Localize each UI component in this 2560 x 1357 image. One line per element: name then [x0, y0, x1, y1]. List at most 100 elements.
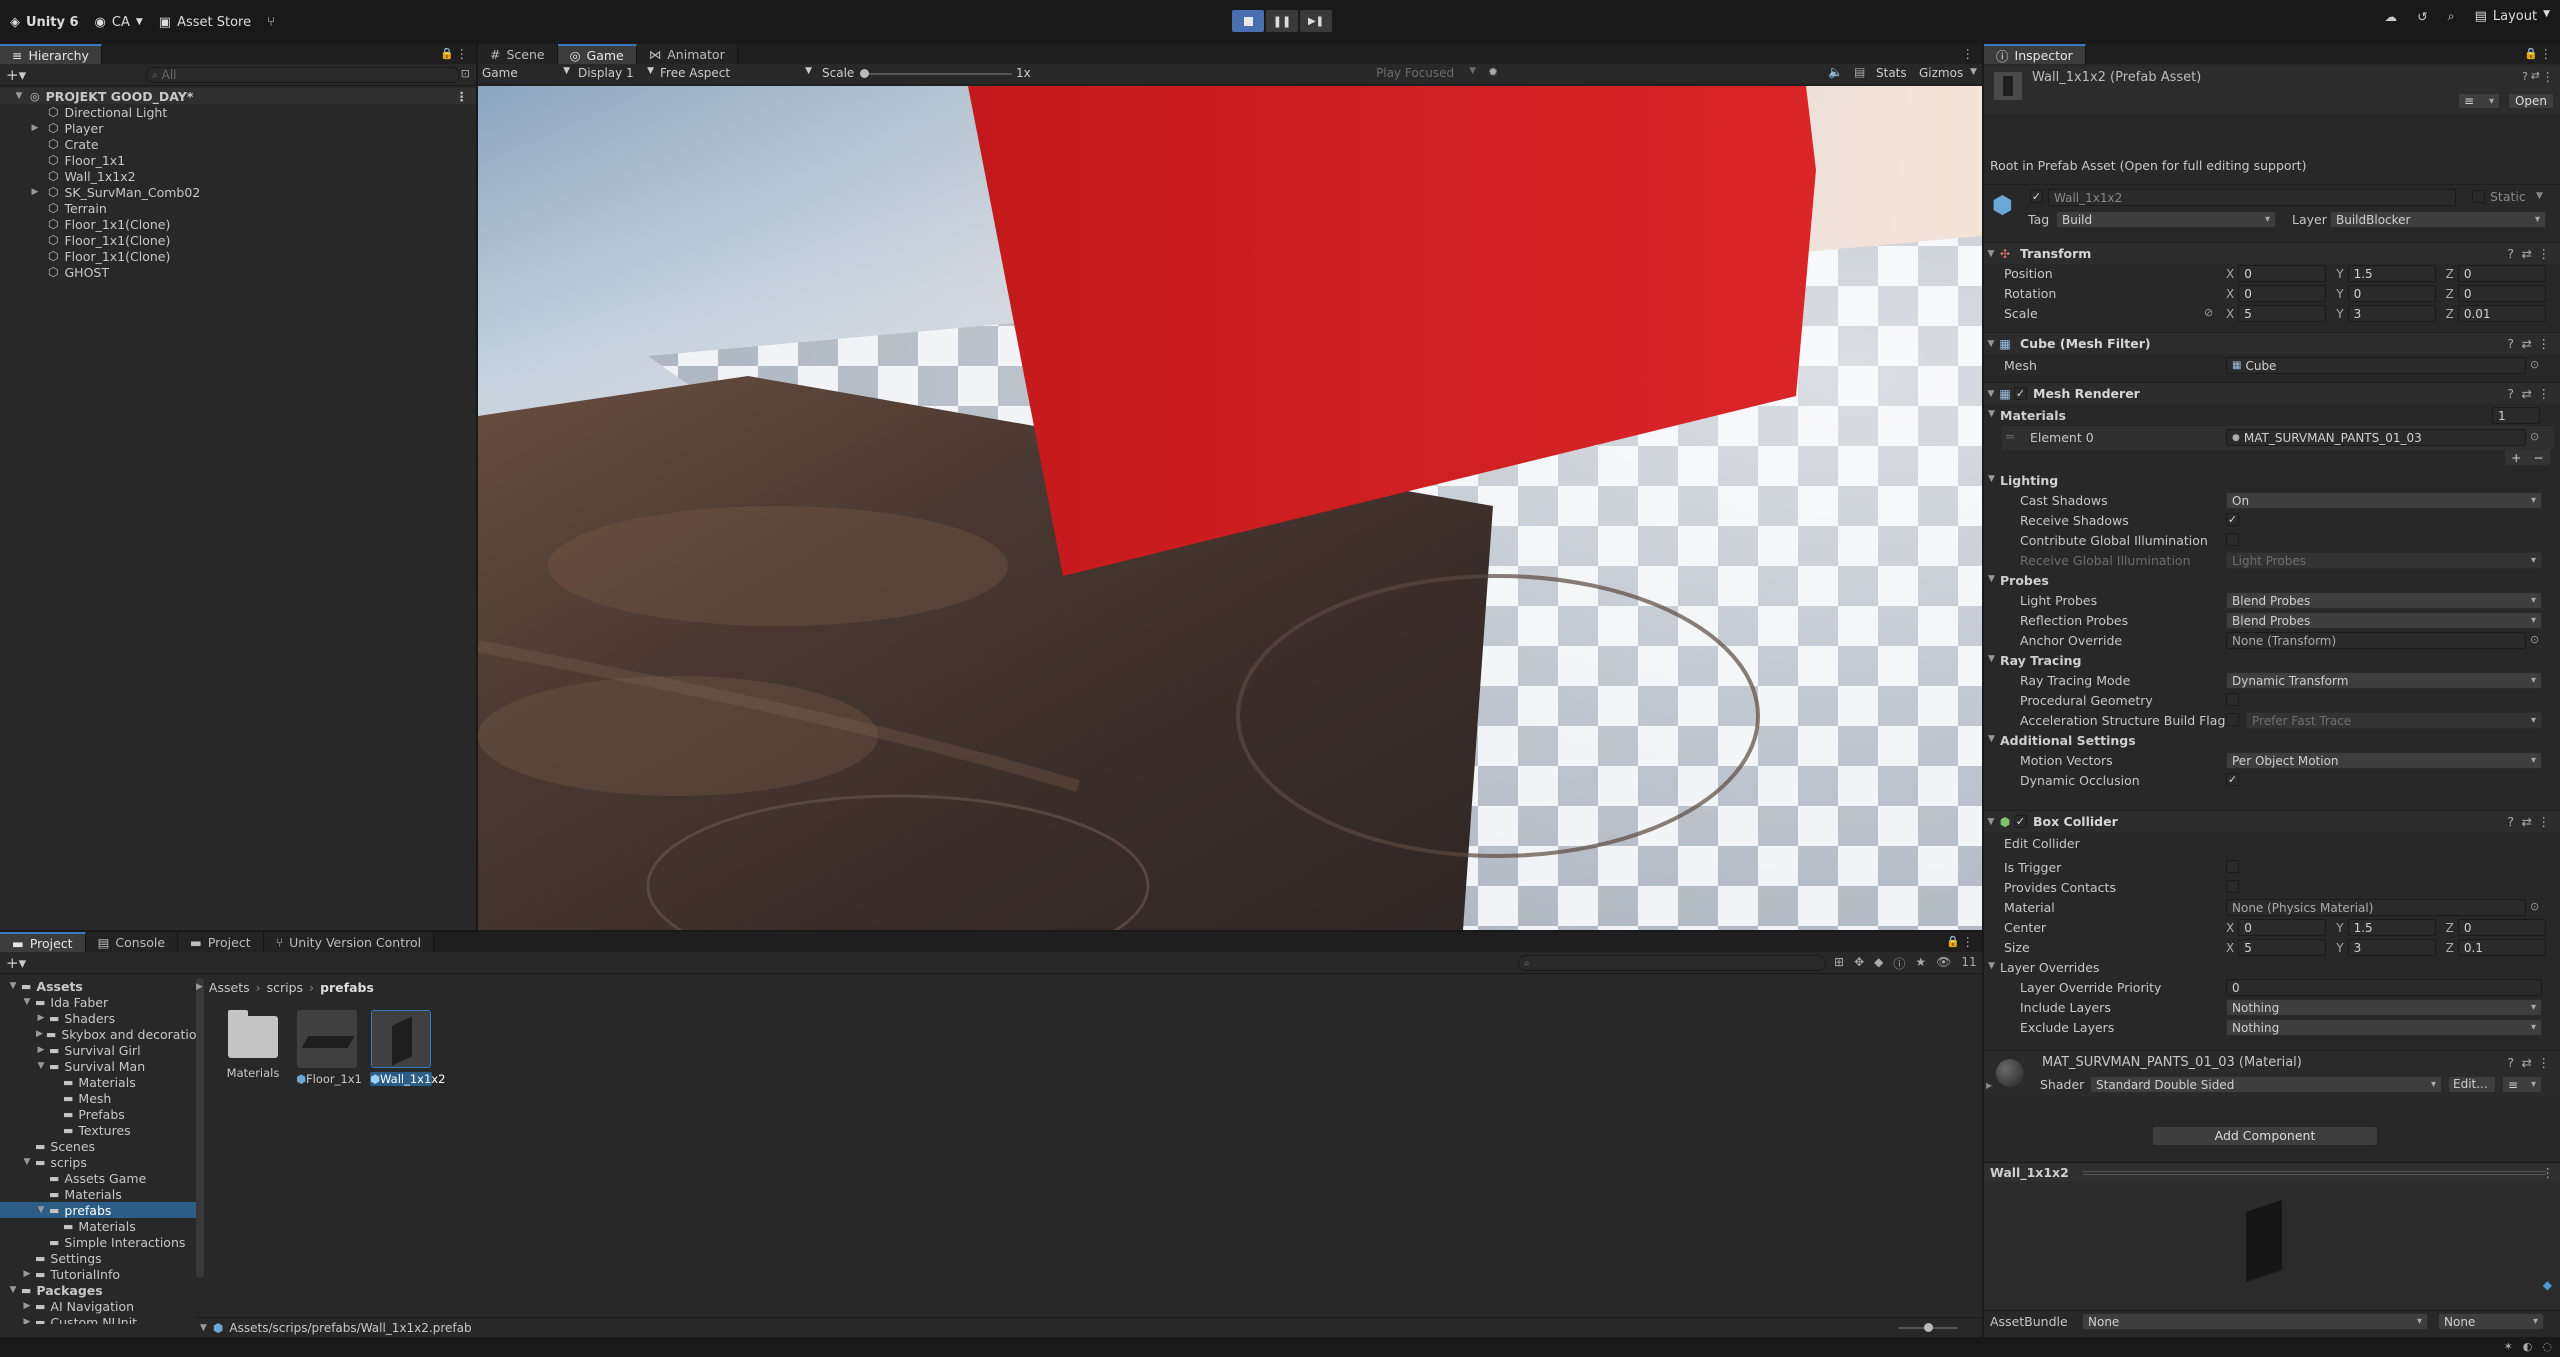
boxcollider-header[interactable]: ▼ ⬢ ✓ Box Collider ? ⇄ ⋮	[1984, 810, 2560, 832]
game-mode-dropdown[interactable]: Game ▼	[482, 66, 570, 80]
tab-project[interactable]: ▬ Project	[0, 932, 86, 952]
mesh-field[interactable]: ▦ Cube	[2226, 357, 2526, 374]
pause-button[interactable]: ❚❚	[1266, 10, 1298, 32]
preset-icon[interactable]: ⇄	[2522, 246, 2532, 261]
prefab-options-dropdown[interactable]: ≡	[2458, 93, 2500, 109]
account-button[interactable]: ◉ CA ▼	[87, 8, 151, 36]
menu-dots-icon[interactable]: ⋮	[2538, 814, 2551, 829]
asset-store-button[interactable]: ▣ Asset Store	[151, 8, 259, 36]
shader-edit-button[interactable]: Edit...	[2448, 1076, 2496, 1093]
enabled-checkbox[interactable]: ✓	[2014, 387, 2027, 400]
info-icon[interactable]: ⓘ	[1893, 955, 1905, 972]
chevron-down-icon[interactable]: ▼	[2536, 191, 2543, 201]
asset-floor-prefab[interactable]: ⬢Floor_1x1	[296, 1010, 362, 1086]
preview-area[interactable]: ◆	[1984, 1182, 2560, 1322]
raytracing-foldout[interactable]: Ray Tracing	[2000, 653, 2081, 668]
gameobject-name-input[interactable]: Wall_1x1x2	[2048, 189, 2456, 206]
project-tree-item[interactable]: ▶ ▬ AI Navigation	[0, 1298, 196, 1314]
project-tree-item[interactable]: ▶ ▬ Custom NUnit	[0, 1314, 196, 1325]
transform-header[interactable]: ▼ ✣ Transform ? ⇄ ⋮	[1984, 242, 2560, 264]
cast-shadows-dropdown[interactable]: On	[2226, 492, 2542, 509]
position-x-field[interactable]: 0	[2238, 265, 2327, 282]
label-filter-icon[interactable]: ◆	[1874, 955, 1883, 972]
layout-dropdown[interactable]: ▤ Layout ▼	[2475, 9, 2550, 24]
preset-icon[interactable]: ⇄	[2522, 814, 2532, 829]
help-icon[interactable]: ?	[2507, 814, 2514, 829]
size-y-field[interactable]: 3	[2347, 939, 2436, 956]
menu-dots-icon[interactable]: ⋮	[2542, 69, 2555, 84]
chevron-down-icon[interactable]: ▼	[8, 1285, 18, 1295]
additional-settings-foldout[interactable]: Additional Settings	[2000, 733, 2136, 748]
size-x-field[interactable]: 5	[2238, 939, 2327, 956]
filter-icon[interactable]: ⊡	[461, 67, 470, 80]
assetbundle-dropdown[interactable]: None	[2082, 1313, 2428, 1330]
hierarchy-item[interactable]: ⬡ Floor_1x1(Clone)	[0, 232, 476, 248]
chevron-down-icon[interactable]: ▼	[22, 997, 32, 1007]
help-icon[interactable]: ?	[2507, 1055, 2514, 1070]
rotation-x-field[interactable]: 0	[2238, 285, 2327, 302]
project-tree-item[interactable]: ▶ ▬ Survival Girl	[0, 1042, 196, 1058]
chevron-down-icon[interactable]: ▼	[1988, 734, 1995, 744]
object-picker-icon[interactable]: ⊙	[2530, 633, 2539, 646]
project-tree-item[interactable]: ▬ Materials	[0, 1186, 196, 1202]
chevron-right-icon[interactable]: ▶	[22, 1301, 32, 1311]
asset-wall-prefab[interactable]: ⬢Wall_1x1x2	[370, 1010, 445, 1086]
hierarchy-item[interactable]: ▶ ⬡ SK_SurvMan_Comb02	[0, 184, 476, 200]
label-tag-icon[interactable]: ◆	[2543, 1278, 2552, 1292]
hierarchy-item[interactable]: ▶ ⬡ Player	[0, 120, 476, 136]
history-icon[interactable]: ↺	[2417, 9, 2427, 24]
chevron-down-icon[interactable]: ▼	[36, 1205, 46, 1215]
project-tree-item[interactable]: ▬ Scenes	[0, 1138, 196, 1154]
materials-foldout[interactable]: Materials	[2000, 408, 2066, 423]
collider-material-field[interactable]: None (Physics Material)	[2226, 899, 2526, 916]
chevron-right-icon[interactable]: ▶	[1986, 1081, 1992, 1090]
project-tree-item[interactable]: ▬ Assets Game	[0, 1170, 196, 1186]
project-tree-item[interactable]: ▼ ▬ Survival Man	[0, 1058, 196, 1074]
chevron-down-icon[interactable]: ▼	[8, 981, 18, 991]
hierarchy-item[interactable]: ⬡ Floor_1x1(Clone)	[0, 248, 476, 264]
tab-scene[interactable]: # Scene	[478, 44, 558, 64]
scale-slider-thumb[interactable]	[860, 69, 869, 78]
scale-x-field[interactable]: 5	[2238, 305, 2327, 322]
breadcrumb-scrips[interactable]: scrips	[267, 980, 303, 995]
project-search-input[interactable]: ⌕	[1518, 955, 1826, 971]
hierarchy-item[interactable]: ⬡ Floor_1x1(Clone)	[0, 216, 476, 232]
preset-icon[interactable]: ⇄	[2522, 386, 2532, 401]
active-checkbox[interactable]: ✓	[2030, 190, 2043, 203]
tab-animator[interactable]: ⋈ Animator	[636, 44, 738, 64]
menu-dots-icon[interactable]: ⋮	[2540, 46, 2553, 61]
tab-inspector[interactable]: ⓘ Inspector	[1984, 44, 2086, 64]
hierarchy-item[interactable]: ⬡ Floor_1x1	[0, 152, 476, 168]
menu-dots-icon[interactable]: ⋮	[2538, 246, 2551, 261]
lighting-foldout[interactable]: Lighting	[2000, 473, 2058, 488]
project-tree-item[interactable]: ▶ ▬ Shaders	[0, 1010, 196, 1026]
reflection-probes-dropdown[interactable]: Blend Probes	[2226, 612, 2542, 629]
project-tree-item[interactable]: ▼ ▬ Packages	[0, 1282, 196, 1298]
chevron-down-icon[interactable]: ▼	[36, 1061, 46, 1071]
scale-z-field[interactable]: 0.01	[2457, 305, 2546, 322]
layer-overrides-foldout[interactable]: Layer Overrides	[2000, 960, 2099, 975]
tree-scrollbar[interactable]	[196, 978, 204, 1278]
lock-icon[interactable]: 🔒	[440, 47, 454, 60]
menu-dots-icon[interactable]: ⋮	[1962, 934, 1975, 949]
chevron-down-icon[interactable]: ▼	[1988, 961, 1995, 971]
chevron-right-icon[interactable]: ▶	[22, 1269, 32, 1279]
probes-foldout[interactable]: Probes	[2000, 573, 2049, 588]
hierarchy-item[interactable]: ⬡ Crate	[0, 136, 476, 152]
procedural-geometry-checkbox[interactable]	[2226, 693, 2239, 706]
rotation-z-field[interactable]: 0	[2457, 285, 2546, 302]
override-priority-field[interactable]: 0	[2226, 979, 2542, 996]
lock-icon[interactable]: 🔒	[1946, 935, 1960, 948]
menu-dots-icon[interactable]: ⋮	[1962, 46, 1975, 61]
dynamic-occlusion-checkbox[interactable]: ✓	[2226, 773, 2239, 786]
scale-slider[interactable]	[860, 69, 1012, 78]
project-tree-item[interactable]: ▬ Settings	[0, 1250, 196, 1266]
receive-shadows-checkbox[interactable]: ✓	[2226, 513, 2239, 526]
chevron-down-icon[interactable]: ▼	[14, 91, 24, 101]
preview-header[interactable]: Wall_1x1x2 ⋮	[1984, 1162, 2560, 1182]
chevron-down-icon[interactable]: ▼	[1970, 67, 1977, 77]
chevron-right-icon[interactable]: ▶	[36, 1013, 46, 1023]
project-tree-item[interactable]: ▬ Textures	[0, 1122, 196, 1138]
include-layers-dropdown[interactable]: Nothing	[2226, 999, 2542, 1016]
type-filter-icon[interactable]: ✥	[1854, 955, 1864, 972]
